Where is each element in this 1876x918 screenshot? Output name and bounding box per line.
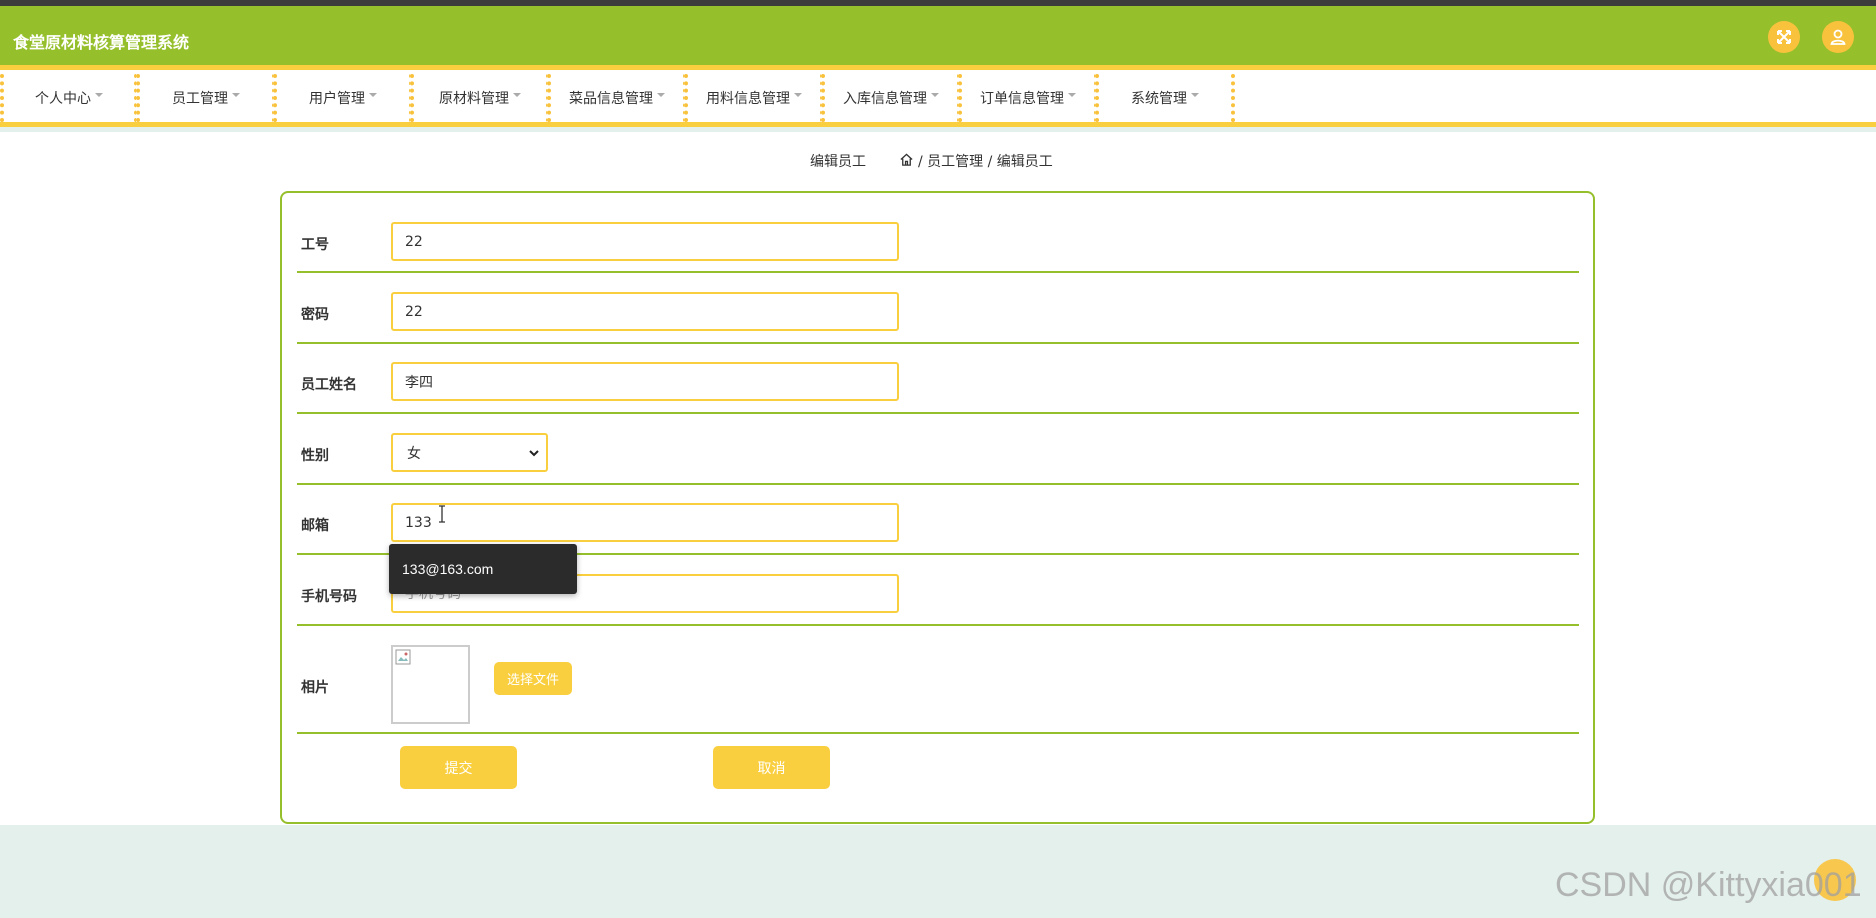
chevron-down-icon [1191,93,1199,97]
chevron-down-icon [657,93,665,97]
form-row-name: 员工姓名 [297,344,1579,414]
nav-item-personal-center[interactable]: 个人中心 [0,74,138,122]
fullscreen-button[interactable] [1768,21,1800,53]
password-label: 密码 [301,307,329,323]
email-autocomplete-suggestion[interactable]: 133@163.com [389,544,577,594]
page-title: 编辑员工 [810,154,866,170]
nav-item-warehousing-management[interactable]: 入库信息管理 [821,74,961,122]
main-content: 编辑员工 / 员工管理 / 编辑员工 工号 密码 员工姓名 性别 女 [0,132,1876,825]
chevron-down-icon [95,93,103,97]
breadcrumb: 编辑员工 / 员工管理 / 编辑员工 [0,151,1876,171]
home-icon[interactable] [899,152,914,167]
chevron-down-icon [369,93,377,97]
name-label: 员工姓名 [301,377,357,393]
gender-selected-value: 女 [407,445,421,462]
choose-file-button[interactable]: 选择文件 [494,662,572,695]
chevron-down-icon [513,93,521,97]
email-label: 邮箱 [301,518,329,534]
cancel-button[interactable]: 取消 [713,746,830,789]
nav-item-raw-material-management[interactable]: 原材料管理 [410,74,550,122]
chevron-down-icon [931,93,939,97]
chevron-down-icon [529,450,539,457]
photo-preview [391,645,470,724]
nav-item-label: 系统管理 [1131,91,1187,107]
nav-item-order-management[interactable]: 订单信息管理 [958,74,1098,122]
gender-select[interactable]: 女 [391,433,548,472]
nav-item-label: 入库信息管理 [843,91,927,107]
form-row-password: 密码 [297,273,1579,344]
watermark: CSDN @Kittyxia001 [1555,866,1862,904]
nav-item-system-management[interactable]: 系统管理 [1095,74,1235,122]
email-input[interactable] [391,503,899,542]
nav-item-label: 用户管理 [309,91,365,107]
gender-label: 性别 [301,448,329,464]
submit-button[interactable]: 提交 [400,746,517,789]
app-title: 食堂原材料核算管理系统 [13,33,190,52]
password-input[interactable] [391,292,899,331]
chevron-down-icon [232,93,240,97]
employee-no-label: 工号 [301,237,329,253]
nav-item-label: 订单信息管理 [980,91,1064,107]
form-row-gender: 性别 女 [297,414,1579,485]
form-row-employee-no: 工号 [297,193,1579,273]
fullscreen-icon [1777,30,1791,44]
name-input[interactable] [391,362,899,401]
nav-item-label: 用料信息管理 [706,91,790,107]
breadcrumb-path: / 员工管理 / 编辑员工 [918,154,1053,170]
form-row-photo: 相片 选择文件 [297,626,1579,734]
nav-item-dish-info-management[interactable]: 菜品信息管理 [547,74,687,122]
nav-item-label: 个人中心 [35,91,91,107]
broken-image-icon [395,649,411,665]
nav-item-employee-management[interactable]: 员工管理 [136,74,276,122]
phone-label: 手机号码 [301,589,357,605]
app-header: 食堂原材料核算管理系统 [0,6,1876,70]
user-icon [1830,29,1846,45]
nav-item-label: 员工管理 [172,91,228,107]
photo-label: 相片 [301,680,329,696]
user-menu-button[interactable] [1822,21,1854,53]
chevron-down-icon [794,93,802,97]
chevron-down-icon [1068,93,1076,97]
edit-employee-form: 工号 密码 员工姓名 性别 女 邮箱 [280,191,1595,824]
employee-no-input[interactable] [391,222,899,261]
nav-item-label: 菜品信息管理 [569,91,653,107]
nav-item-label: 原材料管理 [439,91,509,107]
nav-item-user-management[interactable]: 用户管理 [273,74,413,122]
main-nav: 个人中心 员工管理 用户管理 原材料管理 菜品信息管理 用料信息管理 入库信息管… [0,70,1876,127]
nav-item-ingredient-usage-management[interactable]: 用料信息管理 [684,74,824,122]
text-cursor-icon [439,505,445,523]
